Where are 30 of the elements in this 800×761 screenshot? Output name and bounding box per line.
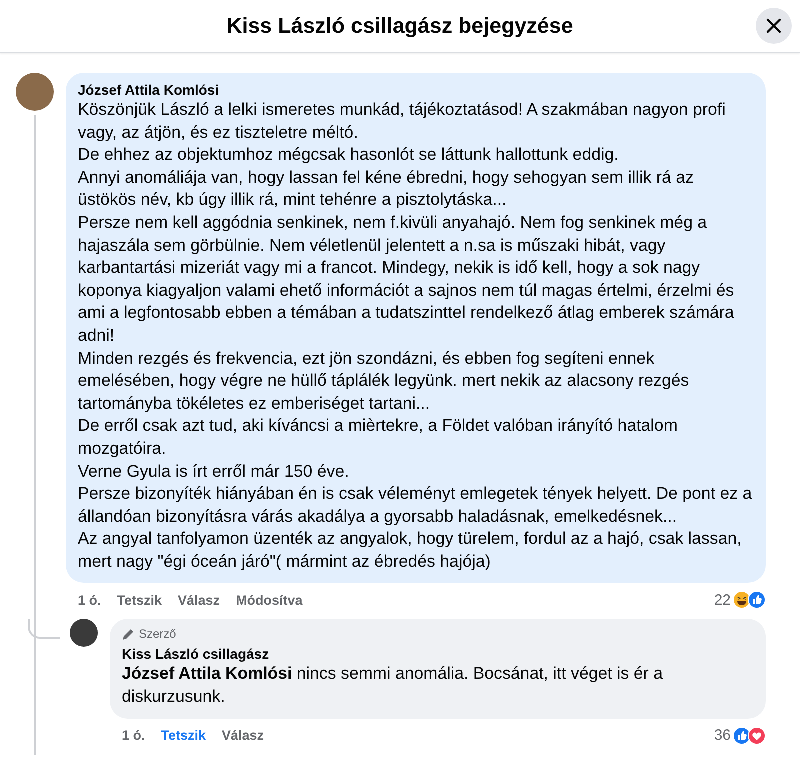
comment-text: Az angyal tanfolyamon üzenték az angyalok, hogy türelem, fordul az a hajó, csak lassan, mert nagy "égi óceán járó"( mármint az ébredés hajója) xyxy=(78,528,743,573)
edited-label: Módosítva xyxy=(236,592,303,608)
comment-text: De erről csak azt tud, aki kíváncsi a mièrtekre, a Földet valóban irányító hatalom mozgatóira. xyxy=(78,415,679,460)
comment-time[interactable]: 1 ó. xyxy=(78,592,102,608)
mention-link[interactable]: József Attila Komlósi xyxy=(122,664,292,684)
reply-link[interactable]: Válasz xyxy=(222,728,264,744)
close-button[interactable] xyxy=(756,8,792,44)
author-label: Szerző xyxy=(139,627,176,642)
avatar[interactable] xyxy=(16,73,54,111)
comment-text: Köszönjük László a lelki ismeretes munkád, tájékoztatásod! A szakmában nagyon profi vagy, az átjön, és ez tiszteletre méltó. xyxy=(78,99,727,144)
comment-time[interactable]: 1 ó. xyxy=(122,728,146,744)
comment-author[interactable]: Kiss László csillagász xyxy=(122,645,754,664)
comment-text: Persze nem kell aggódnia senkinek, nem f.kivüli anyahajó. Nem fog senkinek még a hajaszála sem görbülnie. Nem véletlenül jelentett a n.sa is műszaki hibát, vagy karbantartási mizeriát vagy mi a francot. Mindegy, nekik is idő kell, hogy a sok nagy koponya kiagyaljon valami ehető információt a sajnos nem túl magas értelmi, érzelmi és ami a legfontosabb ebben a témában a tudatszinttel rendelkező átlag emberek számára adni! xyxy=(78,212,736,347)
like-link[interactable]: Tetszik xyxy=(117,592,162,608)
avatar[interactable] xyxy=(70,619,98,648)
dialog-title: Kiss László csillagász bejegyzése xyxy=(226,14,574,38)
comment-text: József Attila Komlósi nincs semmi anomália. Bocsánat, itt véget is ér a diskurzusunk. xyxy=(122,663,664,708)
comment-text: Persze bizonyíték hiányában én is csak véleményt emlegetek tények helyett. De pont ez a állandóan bizonyításra várás akadálya a gyorsabb haladásnak, emelkedésnek... xyxy=(78,483,754,528)
comment-text: Annyi anomáliája van, hogy lassan fel kéne ébredni, hogy sehogyan sem illik rá az üstökös név, kb úgy illik rá, mint tehénre a pisztolytáska... xyxy=(78,166,695,212)
comment-text: De ehhez az objektumhoz mégcsak hasonlót se láttunk hallottunk eddig. xyxy=(78,144,620,166)
pen-icon xyxy=(122,628,135,641)
reaction-count[interactable]: 22 xyxy=(714,592,731,609)
comment-text: Verne Gyula is írt erről már 150 éve. xyxy=(78,460,350,482)
reply-link[interactable]: Válasz xyxy=(178,592,220,608)
like-link[interactable]: Tetszik xyxy=(161,728,206,744)
reaction-count[interactable]: 36 xyxy=(714,727,731,744)
comment-text: Minden rezgés és frekvencia, ezt jön szondázni, és ebben fog segíteni ennek emelésében, hogy végre ne hüllő táplálék legyünk. mert nekik az alacsony rezgés tartományba tökéletes ez emberiséget tartani... xyxy=(78,348,690,415)
comment-author[interactable]: József Attila Komlósi xyxy=(78,81,754,99)
close-icon xyxy=(766,18,782,34)
thumbs-up-icon xyxy=(748,591,766,610)
